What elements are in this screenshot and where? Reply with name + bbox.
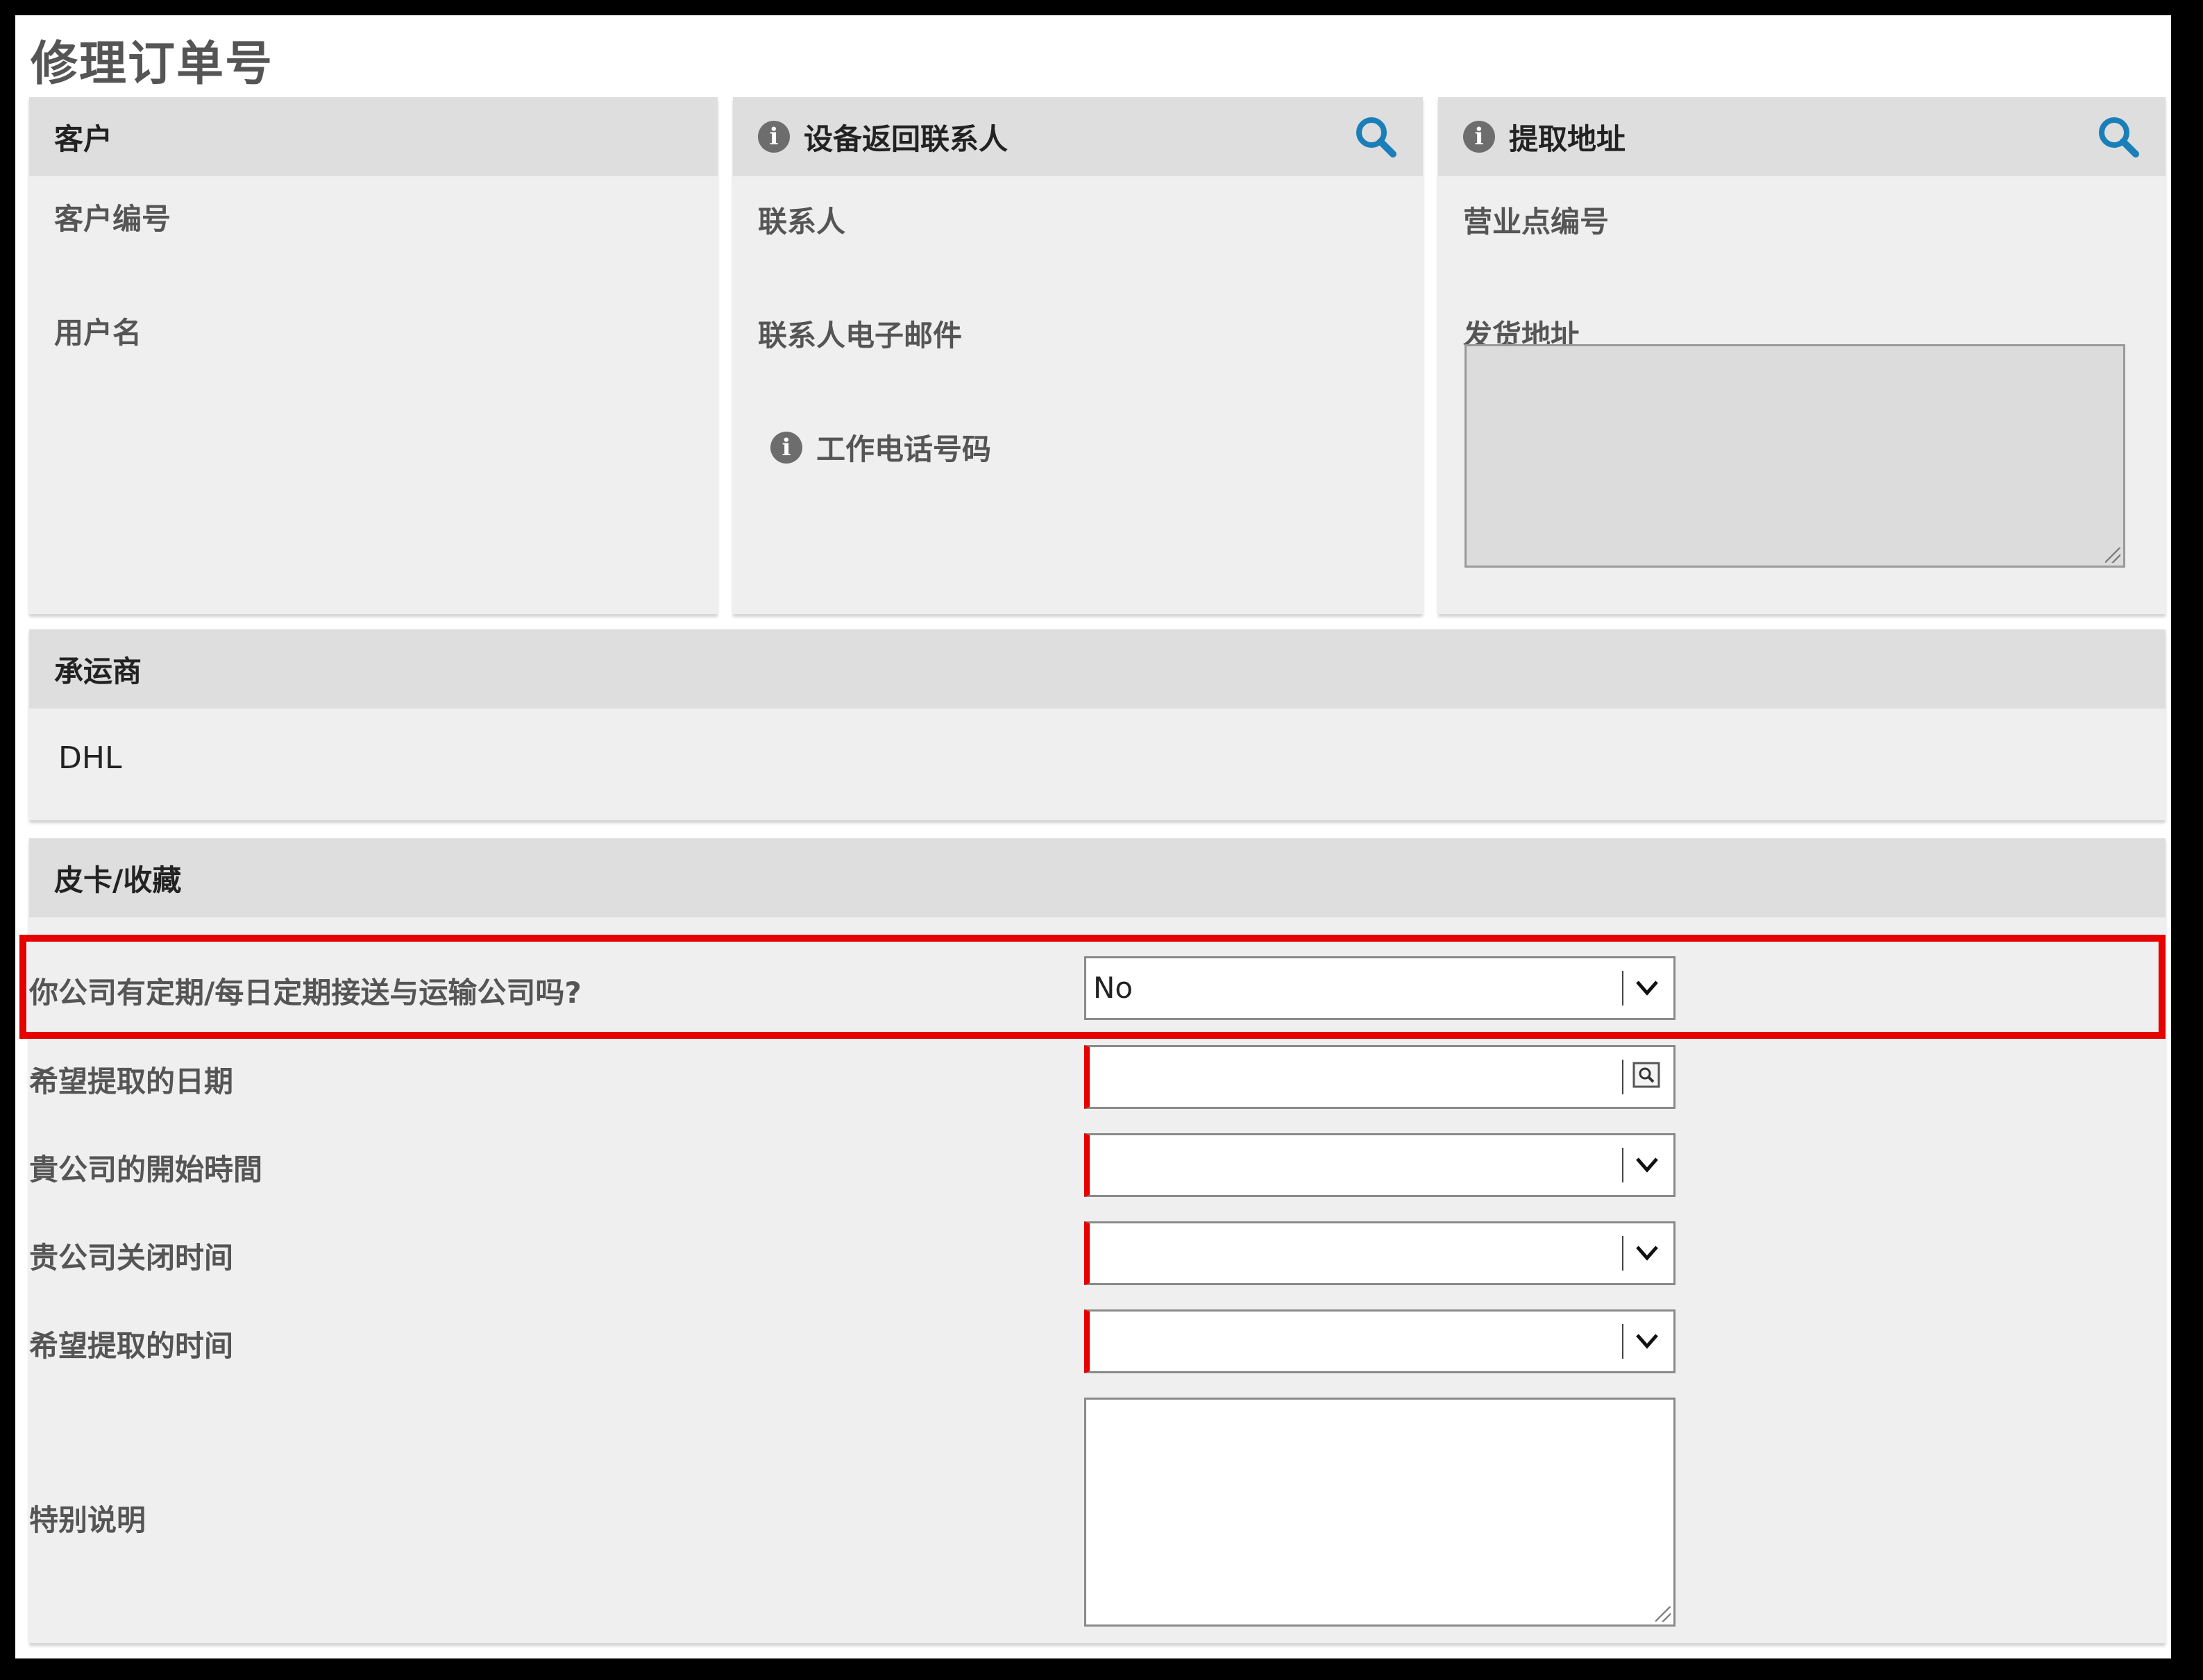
- info-icon[interactable]: i: [758, 121, 790, 153]
- repair-order-form: 修理订单号 客户 客户编号 用户名 i 设备返回联系人 联系人 联系人电子邮件 …: [15, 15, 2171, 1658]
- select-divider: [1622, 1324, 1623, 1359]
- resize-grip-icon[interactable]: [1655, 1606, 1671, 1622]
- pickup-address-panel: i 提取地址 营业点编号 发货地址: [1438, 97, 2166, 614]
- resize-grip-icon[interactable]: [2105, 548, 2120, 563]
- customer-panel: 客户 客户编号 用户名: [29, 97, 718, 614]
- pickup-date-input[interactable]: [1084, 1045, 1676, 1109]
- select-divider: [1622, 1148, 1623, 1182]
- chevron-down-icon[interactable]: [1633, 1151, 1661, 1178]
- calendar-icon[interactable]: [1632, 1061, 1661, 1089]
- search-icon[interactable]: [1353, 114, 1398, 159]
- search-icon[interactable]: [2096, 114, 2141, 159]
- pickup-date-label: 希望提取的日期: [29, 1064, 234, 1098]
- carrier-panel-title: 承运商: [54, 654, 142, 688]
- page-title: 修理订单号: [31, 37, 274, 92]
- customer-panel-title: 客户: [54, 121, 113, 156]
- return-contact-panel-title: 设备返回联系人: [804, 121, 1008, 156]
- pickup-address-panel-title: 提取地址: [1509, 121, 1626, 156]
- pickup-time-select[interactable]: [1084, 1309, 1676, 1373]
- pickup-panel-title: 皮卡/收藏: [54, 863, 182, 897]
- pickup-address-panel-header: i 提取地址: [1438, 97, 2166, 176]
- username-label: 用户名: [54, 316, 142, 350]
- close-time-select[interactable]: [1084, 1221, 1676, 1285]
- special-instructions-textarea[interactable]: [1084, 1398, 1676, 1627]
- pickup-panel-header: 皮卡/收藏: [29, 838, 2166, 917]
- work-phone-label-text: 工作电话号码: [816, 432, 992, 466]
- carrier-panel: 承运商 DHL: [29, 629, 2166, 820]
- carrier-panel-header: 承运商: [29, 629, 2166, 709]
- select-divider: [1622, 1236, 1623, 1271]
- open-time-select[interactable]: [1084, 1133, 1676, 1197]
- site-number-label: 营业点编号: [1463, 205, 1610, 239]
- special-instructions-label: 特别说明: [29, 1503, 146, 1537]
- pickup-time-label: 希望提取的时间: [29, 1329, 234, 1363]
- work-phone-label: i 工作电话号码: [770, 426, 991, 468]
- return-contact-panel-header: i 设备返回联系人: [733, 97, 1423, 176]
- input-divider: [1622, 1060, 1623, 1094]
- carrier-value: DHL: [58, 740, 122, 776]
- info-icon[interactable]: i: [1463, 121, 1495, 153]
- shipping-address-textarea[interactable]: [1465, 344, 2125, 568]
- chevron-down-icon[interactable]: [1633, 1239, 1661, 1266]
- open-time-label: 貴公司的開始時間: [29, 1153, 263, 1187]
- customer-panel-header: 客户: [29, 97, 718, 176]
- contact-email-label: 联系人电子邮件: [758, 319, 963, 353]
- close-time-label: 贵公司关闭时间: [29, 1241, 234, 1275]
- return-contact-panel: i 设备返回联系人 联系人 联系人电子邮件 i 工作电话号码: [733, 97, 1423, 614]
- chevron-down-icon[interactable]: [1633, 1327, 1661, 1355]
- highlight-box: [19, 935, 2166, 1039]
- contact-label: 联系人: [758, 205, 846, 239]
- customer-number-label: 客户编号: [54, 202, 171, 236]
- info-icon[interactable]: i: [770, 431, 802, 464]
